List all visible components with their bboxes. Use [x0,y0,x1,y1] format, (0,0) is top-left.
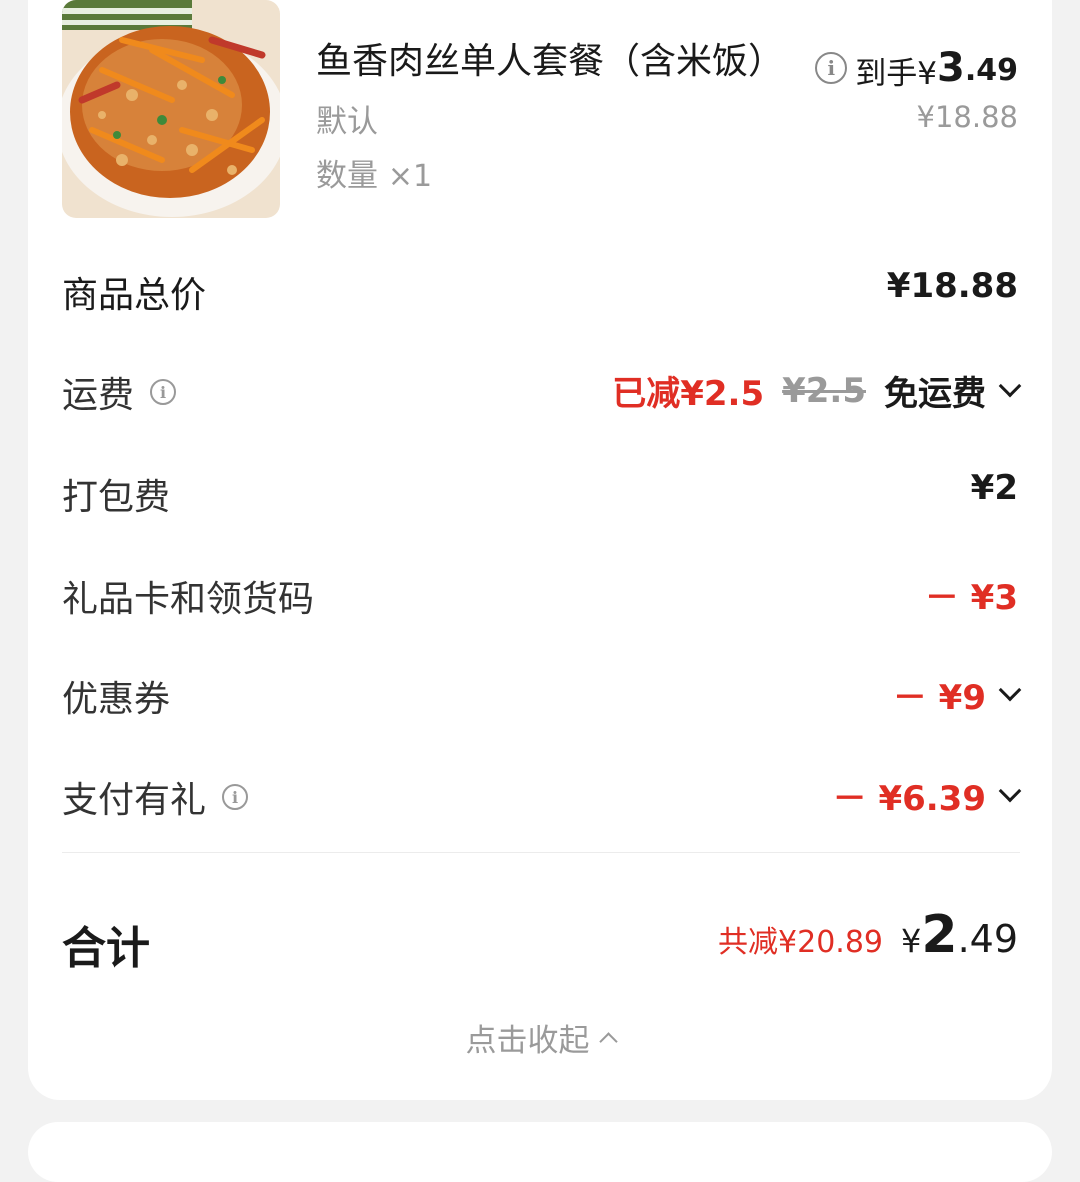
divider [62,852,1020,853]
shipping-reduced: 已减¥2.5 [612,374,765,414]
shipping-row-label: 运费 i [62,366,177,418]
original-price: ¥18.88 [916,100,1018,134]
coupon-label: 优惠券 [62,679,171,720]
final-price[interactable]: i 到手¥ 3 .49 [815,42,1018,93]
final-price-dec: .49 [964,53,1018,88]
payment-gift-row-label: 支付有礼 i [62,771,249,823]
giftcard-value: － ¥3 [924,578,1018,618]
shipping-free: 免运费 [884,374,986,414]
total-dec: .49 [957,917,1018,961]
shipping-original: ¥2.5 [782,370,866,411]
quantity-value: ×1 [387,159,433,194]
giftcard-label: 礼品卡和领货码 [62,579,315,620]
info-icon[interactable]: i [815,51,848,84]
product-image[interactable] [62,0,280,218]
total-value: 共减¥20.89 ¥ 2 .49 [718,905,1018,965]
payment-gift-amount: － ¥6.39 [832,779,986,819]
payment-gift-label: 支付有礼 [62,780,207,821]
chevron-up-icon [598,1032,618,1051]
total-int: 2 [921,905,958,965]
product-name: 鱼香肉丝单人套餐（含米饭） [316,41,785,82]
final-price-label: 到手¥ [855,56,937,92]
product-quantity: 数量 ×1 [316,150,432,195]
total-label: 合计 [62,923,150,974]
shredded-pork-dish-image [62,0,280,218]
info-icon[interactable]: i [222,784,249,810]
quantity-label: 数量 [316,158,378,194]
subtotal-label: 商品总价 [62,275,207,316]
packing-label: 打包费 [62,477,171,518]
total-saved: 共减¥20.89 [718,925,884,960]
shipping-value[interactable]: 已减¥2.5 ¥2.5 免运费 [612,366,1022,415]
total-currency: ¥ [901,922,922,960]
packing-value: ¥2 [970,468,1018,508]
info-icon[interactable]: i [150,379,177,405]
chevron-down-icon[interactable] [998,678,1022,701]
collapse-label: 点击收起 [465,1023,590,1059]
subtotal-value: ¥18.88 [886,266,1018,306]
shipping-label: 运费 [62,375,135,416]
product-spec: 默认 [316,104,378,140]
coupon-value[interactable]: － ¥9 [892,670,1022,719]
final-price-int: 3 [937,44,965,91]
chevron-down-icon[interactable] [998,779,1022,802]
payment-gift-value[interactable]: － ¥6.39 [832,771,1022,820]
collapse-button[interactable]: 点击收起 [0,1015,1080,1060]
next-card [28,1122,1052,1182]
coupon-amount: － ¥9 [892,678,986,718]
chevron-down-icon[interactable] [998,374,1022,397]
